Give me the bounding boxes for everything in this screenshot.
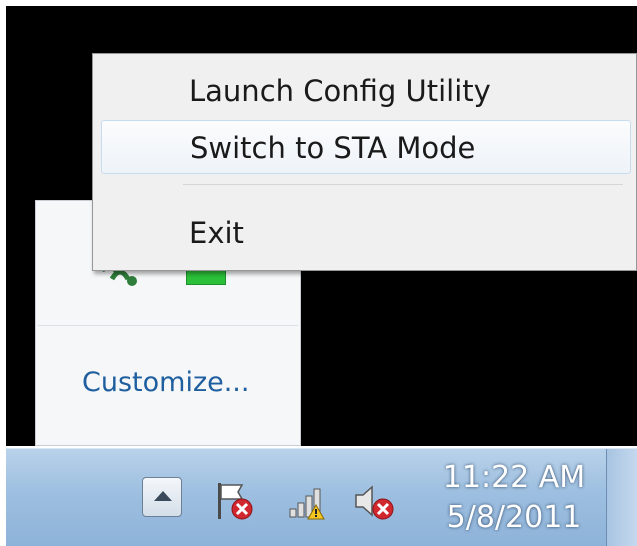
overflow-divider: [38, 325, 298, 326]
clock-date: 5/8/2011: [446, 500, 582, 535]
menu-item-exit[interactable]: Exit: [101, 206, 631, 260]
clock-time: 11:22 AM: [442, 460, 586, 495]
action-center-flag-icon[interactable]: [212, 479, 256, 523]
chevron-up-icon: [154, 491, 172, 501]
menu-item-label: Switch to STA Mode: [190, 131, 476, 165]
volume-muted-icon[interactable]: [352, 479, 396, 523]
customize-link[interactable]: Customize...: [82, 367, 249, 398]
menu-item-label: Exit: [189, 216, 244, 250]
context-menu: Launch Config Utility Switch to STA Mode…: [92, 53, 637, 271]
show-hidden-icons-button[interactable]: [142, 477, 182, 517]
show-desktop-button[interactable]: [606, 449, 637, 546]
menu-item-label: Launch Config Utility: [189, 74, 491, 108]
taskbar: 11:22 AM 5/8/2011: [6, 448, 637, 546]
menu-separator: [183, 184, 623, 185]
screen: Customize... Launch Config Utility Switc…: [0, 0, 637, 546]
network-signal-icon[interactable]: [286, 479, 330, 523]
taskbar-clock[interactable]: 11:22 AM 5/8/2011: [424, 459, 604, 539]
menu-item-launch-config-utility[interactable]: Launch Config Utility: [101, 64, 631, 118]
menu-item-switch-to-sta-mode[interactable]: Switch to STA Mode: [101, 120, 631, 174]
